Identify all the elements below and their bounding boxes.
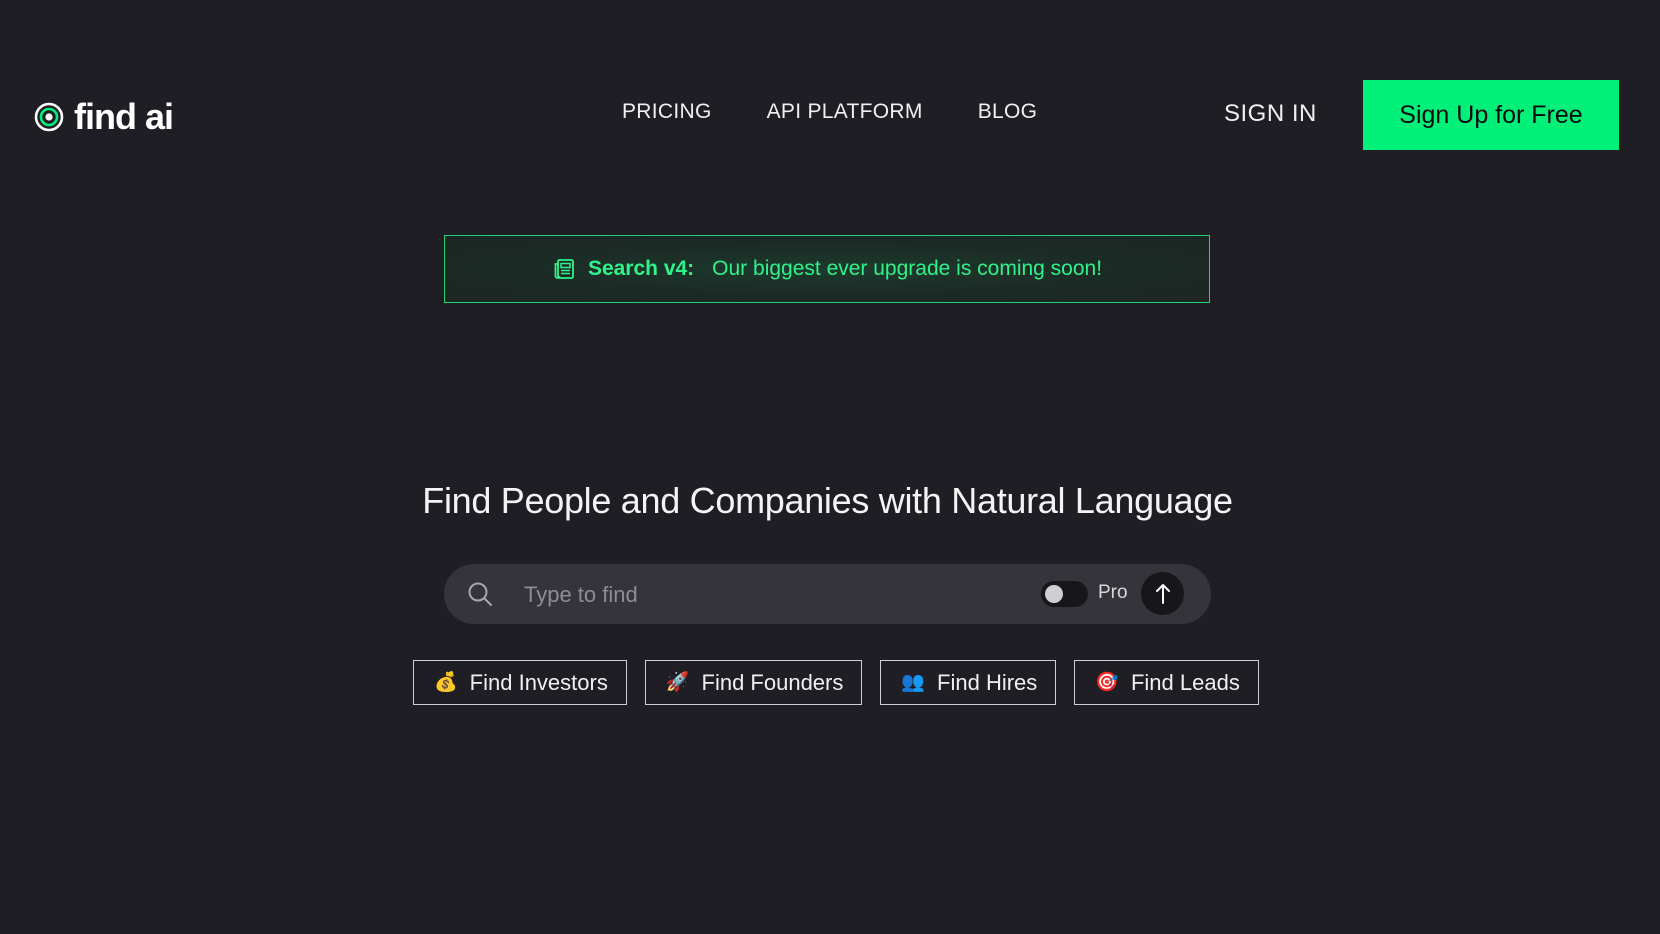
arrow-up-icon — [1155, 583, 1170, 604]
find-investors-button[interactable]: 💰 Find Investors — [413, 660, 627, 705]
banner-label: Search v4: — [587, 257, 695, 280]
target-icon: 🎯 — [1095, 672, 1119, 693]
page-title: Find People and Companies with Natural L… — [422, 480, 1233, 521]
chip-label: Find Investors — [469, 669, 608, 695]
search-submit-button[interactable] — [1141, 572, 1184, 615]
brand-name: find ai — [74, 96, 174, 137]
rocket-icon: 🚀 — [665, 672, 690, 693]
nav-item-blog[interactable]: BLOG — [978, 100, 1038, 124]
find-leads-button[interactable]: 🎯 Find Leads — [1074, 660, 1259, 705]
sign-up-button[interactable]: Sign Up for Free — [1363, 80, 1619, 150]
chip-label: Find Founders — [701, 669, 844, 695]
find-hires-button[interactable]: 👥 Find Hires — [880, 660, 1057, 705]
brand-logo[interactable]: find ai — [34, 96, 174, 138]
banner-text: Our biggest ever upgrade is coming soon! — [712, 257, 1103, 280]
sign-in-link[interactable]: SIGN IN — [1224, 100, 1317, 128]
announcement-banner[interactable]: Search v4: Our biggest ever upgrade is c… — [444, 235, 1210, 303]
pro-label: Pro — [1098, 582, 1128, 603]
search-bar: Pro — [444, 564, 1211, 624]
chip-label: Find Hires — [937, 669, 1038, 695]
chip-label: Find Leads — [1130, 669, 1240, 695]
nav-item-api-platform[interactable]: API PLATFORM — [767, 100, 923, 124]
target-logo-icon — [34, 102, 64, 132]
quick-actions: 💰 Find Investors 🚀 Find Founders 👥 Find … — [413, 660, 1259, 705]
people-icon: 👥 — [901, 672, 926, 693]
toggle-knob — [1045, 585, 1063, 603]
find-founders-button[interactable]: 🚀 Find Founders — [644, 660, 863, 705]
newspaper-icon — [554, 259, 574, 279]
search-input[interactable] — [522, 576, 946, 614]
search-icon — [468, 582, 492, 606]
pro-toggle[interactable] — [1041, 581, 1088, 607]
money-bag-icon: 💰 — [434, 672, 458, 693]
nav-item-pricing[interactable]: PRICING — [622, 100, 712, 124]
main-nav: PRICING API PLATFORM BLOG — [622, 100, 1037, 124]
page: find ai PRICING API PLATFORM BLOG SIGN I… — [0, 0, 1660, 934]
